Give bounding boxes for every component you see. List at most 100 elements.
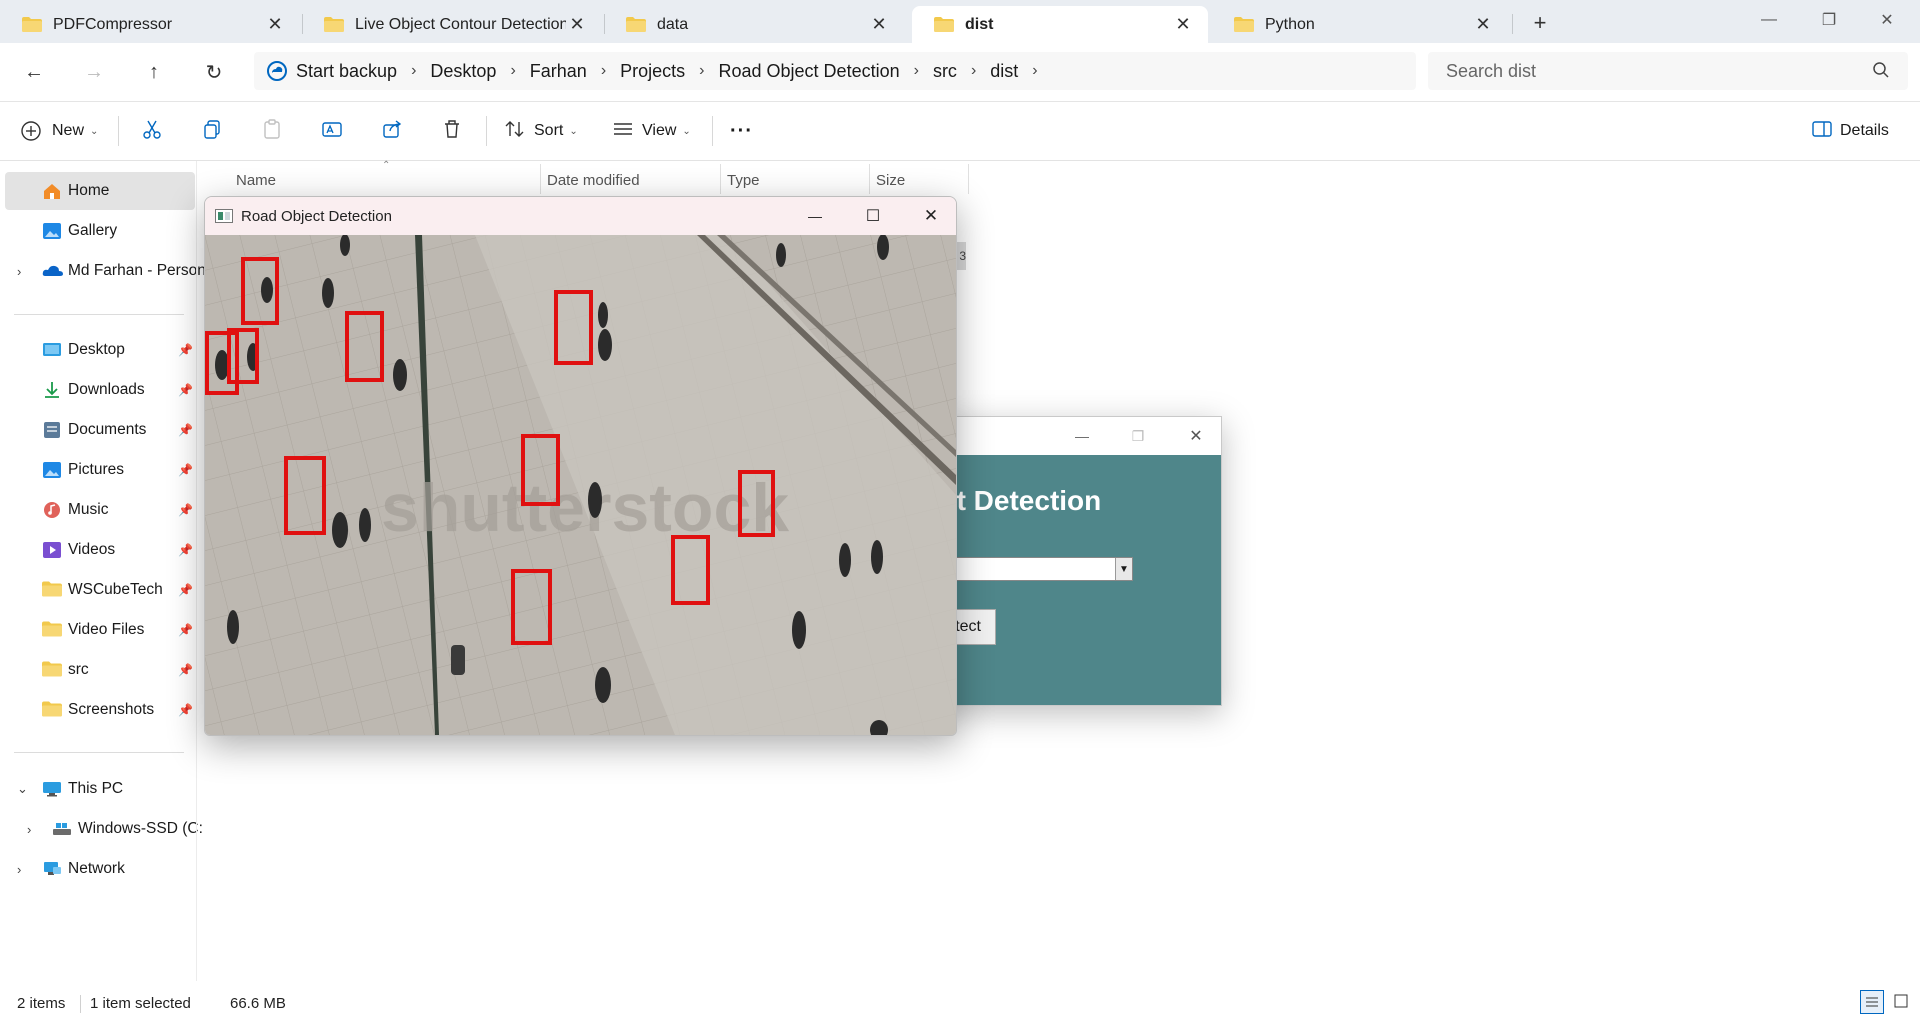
column-header-name[interactable]: Name <box>236 168 276 192</box>
app-icon <box>215 209 233 223</box>
pin-icon[interactable]: 📌 <box>178 543 193 557</box>
rename-button[interactable] <box>320 111 344 151</box>
app-window[interactable]: — ❐ ✕ ct Detection ▼ Detect <box>921 416 1222 706</box>
column-header-size[interactable]: Size <box>876 168 905 192</box>
folder-icon <box>324 17 344 32</box>
column-header-date-modified[interactable]: Date modified <box>547 168 640 192</box>
tiles-view-toggle[interactable] <box>1890 990 1914 1014</box>
sort-button[interactable]: Sort ⌄ <box>504 111 578 151</box>
tab-dist[interactable]: dist ✕ <box>912 6 1208 43</box>
sidebar-item-music[interactable]: Music 📌 <box>5 491 195 529</box>
chevron-right-icon[interactable]: › <box>17 862 21 877</box>
paste-button[interactable] <box>260 111 284 151</box>
sidebar-item-src[interactable]: src 📌 <box>5 651 195 689</box>
sidebar-item-network[interactable]: › Network <box>5 850 195 888</box>
details-view-toggle[interactable] <box>1860 990 1884 1014</box>
sidebar-item-desktop[interactable]: Desktop 📌 <box>5 331 195 369</box>
sidebar-item-documents[interactable]: Documents 📌 <box>5 411 195 449</box>
breadcrumb-desktop[interactable]: Desktop <box>430 61 496 82</box>
pin-icon[interactable]: 📌 <box>178 343 193 357</box>
breadcrumb-src[interactable]: src <box>933 61 957 82</box>
dropdown-arrow-icon[interactable]: ▼ <box>1115 558 1132 580</box>
sidebar-item-videos[interactable]: Videos 📌 <box>5 531 195 569</box>
share-button[interactable] <box>380 111 404 151</box>
breadcrumb-dist[interactable]: dist <box>990 61 1018 82</box>
pin-icon[interactable]: 📌 <box>178 503 193 517</box>
close-window-button[interactable]: ✕ <box>1858 0 1916 40</box>
pin-icon[interactable]: 📌 <box>178 663 193 677</box>
pin-icon[interactable]: 📌 <box>178 423 193 437</box>
column-header-type[interactable]: Type <box>727 168 760 192</box>
pin-icon[interactable]: 📌 <box>178 463 193 477</box>
cut-button[interactable] <box>140 111 164 151</box>
pin-icon[interactable]: 📌 <box>178 703 193 717</box>
onedrive-icon <box>42 262 63 280</box>
det-close-button[interactable]: ✕ <box>909 197 953 235</box>
sidebar-item-pictures[interactable]: Pictures 📌 <box>5 451 195 489</box>
tab-data[interactable]: data ✕ <box>604 6 904 43</box>
up-button[interactable]: ↑ <box>134 52 174 92</box>
folder-icon <box>934 17 954 32</box>
close-tab-icon[interactable]: ✕ <box>566 14 588 35</box>
det-maximize-button[interactable]: ☐ <box>851 197 895 235</box>
sidebar-item-downloads[interactable]: Downloads 📌 <box>5 371 195 409</box>
delete-button[interactable] <box>440 111 464 151</box>
sidebar-item-this-pc[interactable]: ⌄ This PC <box>5 770 195 808</box>
app-close-button[interactable]: ✕ <box>1173 417 1219 455</box>
start-backup-link[interactable]: Start backup <box>296 61 397 82</box>
search-input[interactable]: Search dist <box>1446 61 1872 82</box>
breadcrumb-farhan[interactable]: Farhan <box>530 61 587 82</box>
sidebar-item-windows-ssd[interactable]: › Windows-SSD (C: <box>5 810 203 848</box>
back-button[interactable]: ← <box>14 52 54 92</box>
sidebar-item-onedrive[interactable]: › Md Farhan - Person <box>5 252 206 290</box>
sidebar-item-video-files[interactable]: Video Files 📌 <box>5 611 195 649</box>
breadcrumb-separator[interactable]: › <box>699 62 704 80</box>
app-minimize-button[interactable]: — <box>1059 417 1105 455</box>
more-options-button[interactable]: ··· <box>730 111 753 151</box>
breadcrumb-separator[interactable]: › <box>411 62 416 80</box>
close-tab-icon[interactable]: ✕ <box>1172 14 1194 35</box>
source-dropdown[interactable]: ▼ <box>941 557 1133 581</box>
refresh-button[interactable]: ↻ <box>194 52 234 92</box>
close-tab-icon[interactable]: ✕ <box>264 14 286 35</box>
view-button[interactable]: View ⌄ <box>612 111 691 151</box>
pin-icon[interactable]: 📌 <box>178 583 193 597</box>
copy-button[interactable] <box>200 111 224 151</box>
tab-pdfcompressor[interactable]: PDFCompressor ✕ <box>0 6 300 43</box>
breadcrumb-road-object-detection[interactable]: Road Object Detection <box>719 61 900 82</box>
search-icon[interactable] <box>1872 61 1892 81</box>
breadcrumb-separator[interactable]: › <box>914 62 919 80</box>
minimize-button[interactable]: — <box>1740 0 1798 40</box>
forward-button[interactable]: → <box>74 52 114 92</box>
sidebar-item-home[interactable]: Home <box>5 172 195 210</box>
music-icon <box>42 501 62 519</box>
restore-button[interactable]: ❐ <box>1800 0 1858 40</box>
folder-icon <box>1234 17 1254 32</box>
breadcrumb-separator[interactable]: › <box>971 62 976 80</box>
pin-icon[interactable]: 📌 <box>178 383 193 397</box>
new-button[interactable]: New ⌄ <box>20 111 98 151</box>
chevron-down-icon[interactable]: ⌄ <box>17 781 28 797</box>
search-box[interactable]: Search dist <box>1428 52 1908 90</box>
sidebar-item-screenshots[interactable]: Screenshots 📌 <box>5 691 195 729</box>
app-maximize-button[interactable]: ❐ <box>1115 417 1161 455</box>
detection-window[interactable]: Road Object Detection — ☐ ✕ shutterstock <box>204 196 957 736</box>
chevron-right-icon[interactable]: › <box>27 822 31 837</box>
breadcrumb-separator[interactable]: › <box>1032 62 1037 80</box>
close-tab-icon[interactable]: ✕ <box>1472 14 1494 35</box>
sidebar-item-gallery[interactable]: Gallery <box>5 212 195 250</box>
details-button[interactable]: Details <box>1812 111 1889 151</box>
sidebar-item-wscubetech[interactable]: WSCubeTech 📌 <box>5 571 195 609</box>
pin-icon[interactable]: 📌 <box>178 623 193 637</box>
breadcrumb-separator[interactable]: › <box>601 62 606 80</box>
det-minimize-button[interactable]: — <box>793 197 837 235</box>
address-bar[interactable]: Start backup › Desktop › Farhan › Projec… <box>254 52 1416 90</box>
tab-python[interactable]: Python ✕ <box>1212 6 1508 43</box>
tab-live-object-contour-detection[interactable]: Live Object Contour Detection ✕ <box>302 6 602 43</box>
close-tab-icon[interactable]: ✕ <box>868 14 890 35</box>
breadcrumb-projects[interactable]: Projects <box>620 61 685 82</box>
breadcrumb-separator[interactable]: › <box>510 62 515 80</box>
detection-title-bar[interactable]: Road Object Detection — ☐ ✕ <box>205 197 956 235</box>
chevron-right-icon[interactable]: › <box>17 264 21 279</box>
new-tab-button[interactable]: + <box>1526 6 1554 40</box>
